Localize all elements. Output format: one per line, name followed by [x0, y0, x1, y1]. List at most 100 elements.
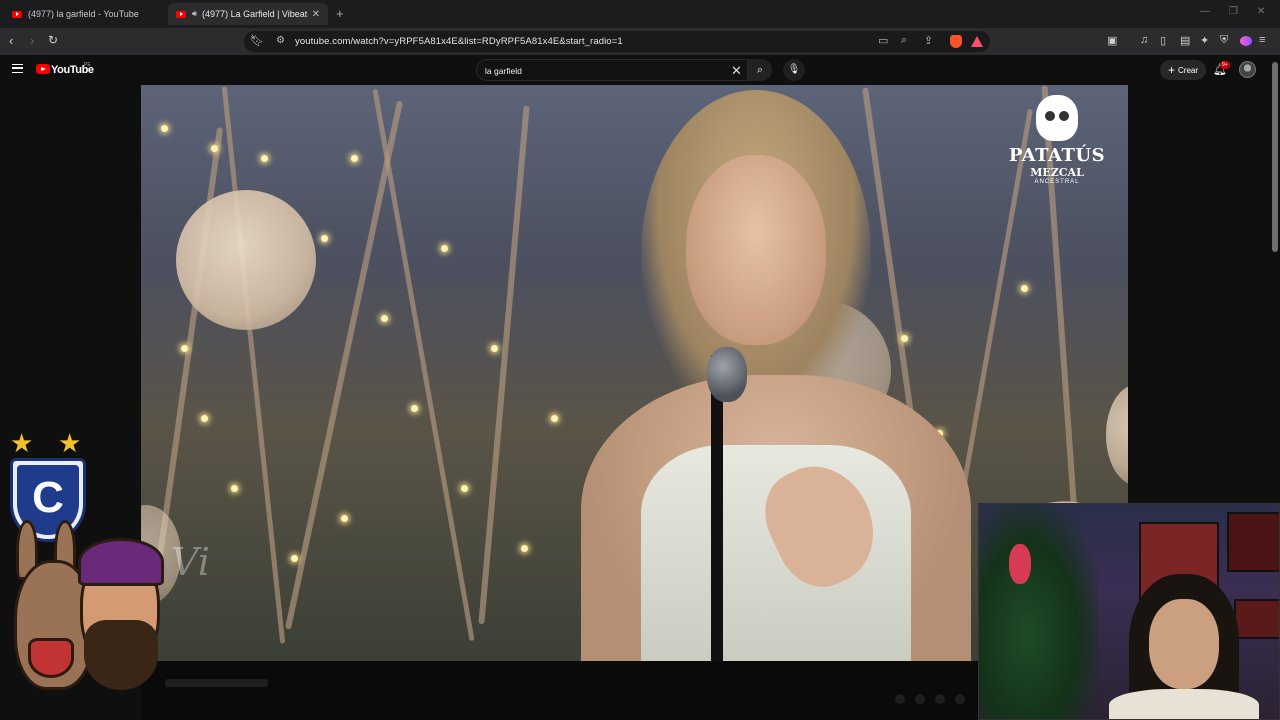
back-arrow-icon[interactable]: ‹: [9, 33, 13, 48]
create-label: Crear: [1178, 65, 1199, 75]
cartoon-beard: [84, 620, 158, 690]
microphone: [707, 347, 747, 402]
account-avatar[interactable]: [1239, 61, 1256, 78]
youtube-favicon-icon: [176, 10, 186, 18]
search-input[interactable]: la garfield ✕: [476, 59, 748, 81]
sidebar-panel-icon[interactable]: ▣: [1107, 34, 1117, 47]
share-icon[interactable]: ⇪: [924, 34, 933, 47]
search-button[interactable]: ⌕: [748, 59, 772, 81]
loading-placeholder: [165, 679, 268, 687]
sponsor-name: PATATÚS: [1008, 145, 1106, 166]
donkey-mouth: [28, 638, 74, 678]
zoom-icon[interactable]: ⌕: [901, 34, 907, 47]
star-icon: ★: [10, 428, 34, 458]
notification-count-badge: 9+: [1220, 61, 1230, 69]
cartoon-beanie: [78, 538, 164, 586]
clear-search-icon[interactable]: ✕: [731, 63, 742, 79]
microphone-icon: 🎙︎: [787, 64, 801, 75]
page-scrollbar[interactable]: [1272, 62, 1278, 252]
fairy-light: [551, 415, 558, 422]
plant: [979, 504, 1099, 719]
fairy-light: [441, 245, 448, 252]
fairy-light: [411, 405, 418, 412]
youtube-header: YouTube PE la garfield ✕ ⌕ 🎙︎ + Crear 🔔︎…: [0, 55, 1280, 85]
fairy-light: [341, 515, 348, 522]
fairy-light: [261, 155, 268, 162]
browser-tab-strip: (4977) la garfield - YouTube 🔊︎ (4977) L…: [0, 0, 1280, 28]
paper-lantern: [1106, 385, 1128, 485]
close-window-icon[interactable]: ✕: [1257, 6, 1265, 17]
new-tab-button[interactable]: +: [336, 6, 344, 21]
streamer-mascot: [10, 520, 165, 705]
tab-video-active[interactable]: 🔊︎ (4977) La Garfield | Vibeat x M ✕: [168, 3, 328, 25]
hamburger-menu-icon[interactable]: [12, 64, 23, 73]
speaker-icon[interactable]: 🔊︎: [192, 9, 197, 19]
music-icon[interactable]: ♫: [1140, 34, 1148, 46]
singer-tank-top: [641, 445, 911, 661]
youtube-logo-icon[interactable]: [36, 64, 50, 74]
fairy-light: [231, 485, 238, 492]
wall-poster: [1234, 599, 1279, 639]
branch: [284, 100, 404, 630]
tune-icon[interactable]: ⚙︎: [276, 35, 285, 46]
sponsor-logo: PATATÚS MEZCAL ANCESTRAL: [1005, 95, 1109, 185]
player-control-dot: [935, 694, 945, 704]
fairy-light: [461, 485, 468, 492]
fairy-light: [161, 125, 168, 132]
forward-arrow-icon[interactable]: ›: [30, 33, 34, 48]
fairy-light: [321, 235, 328, 242]
tab-label: (4977) La Garfield | Vibeat x M: [202, 9, 308, 19]
singer-face: [686, 155, 826, 345]
bookmark-icon[interactable]: 🔖︎: [250, 34, 264, 47]
country-code: PE: [84, 62, 91, 68]
fairy-light: [351, 155, 358, 162]
fairy-light: [181, 345, 188, 352]
fairy-light: [901, 335, 908, 342]
paper-lantern: [176, 190, 316, 330]
tab-youtube-search[interactable]: (4977) la garfield - YouTube: [4, 3, 164, 25]
voice-search-button[interactable]: 🎙︎: [783, 59, 805, 81]
fairy-light: [211, 145, 218, 152]
player-control-dot: [955, 694, 965, 704]
maximize-window-icon[interactable]: ❐: [1229, 6, 1238, 17]
sidebar-toggle-icon[interactable]: ▯: [1160, 34, 1166, 47]
extensions-icon[interactable]: ✦: [1200, 34, 1209, 47]
fairy-light: [491, 345, 498, 352]
star-icon: ★: [58, 428, 82, 458]
tab-label: (4977) la garfield - YouTube: [28, 9, 139, 19]
address-bar[interactable]: 🔖︎ ⚙︎ youtube.com/watch?v=yRPF5A81x4E&li…: [244, 31, 990, 52]
browser-toolbar: ‹ › ↻ 🔖︎ ⚙︎ youtube.com/watch?v=yRPF5A81…: [0, 28, 1280, 55]
sponsor-line1: MEZCAL: [1030, 166, 1084, 179]
branch: [221, 86, 286, 644]
search-icon: ⌕: [756, 64, 764, 76]
vpn-icon[interactable]: ⛨: [1220, 34, 1228, 47]
search-query[interactable]: la garfield: [485, 66, 522, 76]
fairy-light: [521, 545, 528, 552]
streamer-webcam: [978, 503, 1280, 720]
url-text[interactable]: youtube.com/watch?v=yRPF5A81x4E&list=RDy…: [295, 36, 623, 47]
close-tab-icon[interactable]: ✕: [312, 9, 320, 20]
channel-watermark: Vi: [171, 540, 210, 584]
leo-ai-icon[interactable]: [1240, 36, 1252, 46]
skull-icon: [1036, 95, 1078, 141]
minimize-window-icon[interactable]: —: [1200, 6, 1210, 17]
crest-letter: C: [32, 473, 64, 522]
menu-icon[interactable]: ≡: [1259, 34, 1265, 46]
branch: [372, 88, 475, 642]
wall-poster: [1227, 512, 1279, 572]
streamer-face: [1149, 599, 1219, 689]
create-button[interactable]: + Crear: [1160, 60, 1207, 80]
plus-icon: +: [1168, 63, 1176, 77]
wallet-icon[interactable]: ▤: [1180, 34, 1190, 47]
streamer-shirt: [1109, 689, 1259, 719]
cast-icon[interactable]: ▭: [878, 34, 888, 47]
reload-icon[interactable]: ↻: [48, 33, 58, 47]
brave-rewards-icon[interactable]: [971, 36, 983, 47]
fairy-light: [201, 415, 208, 422]
player-control-dot: [895, 694, 905, 704]
sponsor-line2: ANCESTRAL: [1034, 179, 1080, 185]
youtube-favicon-icon: [12, 10, 22, 18]
player-control-dot: [915, 694, 925, 704]
brave-shields-icon[interactable]: [950, 35, 962, 48]
fairy-light: [1021, 285, 1028, 292]
